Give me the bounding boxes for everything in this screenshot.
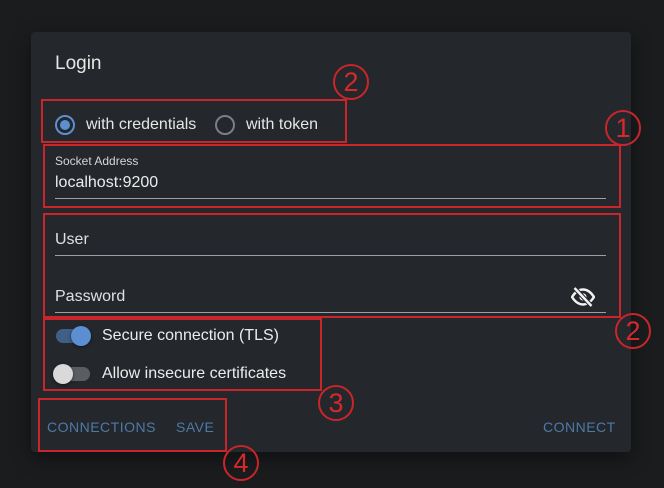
annotation-number-credentials: 2 [615,313,651,349]
annotation-number-toggles: 3 [318,385,354,421]
user-underline [55,255,606,256]
annotation-number-actions: 4 [223,445,259,481]
socket-address-input[interactable]: localhost:9200 [55,174,605,192]
annotation-number-socket-address: 1 [605,110,641,146]
radio-label-with-token[interactable]: with token [246,116,318,134]
tls-toggle-thumb[interactable] [71,326,91,346]
insecure-certs-toggle-label[interactable]: Allow insecure certificates [102,365,286,383]
radio-label-with-credentials[interactable]: with credentials [86,116,196,134]
password-underline [55,312,606,313]
socket-address-label: Socket Address [55,154,139,168]
radio-with-token[interactable] [215,115,235,135]
connections-button[interactable]: CONNECTIONS [47,419,156,435]
dialog-title: Login [55,53,102,74]
tls-toggle-label[interactable]: Secure connection (TLS) [102,327,279,345]
eye-off-icon[interactable] [571,287,595,307]
radio-with-credentials[interactable] [55,115,75,135]
annotation-number-auth-mode: 2 [333,64,369,100]
password-input[interactable]: Password [55,288,555,306]
insecure-certs-toggle-thumb[interactable] [53,364,73,384]
save-button[interactable]: SAVE [176,419,214,435]
user-input[interactable]: User [55,231,605,249]
connect-button[interactable]: CONNECT [543,419,616,435]
socket-address-underline [55,198,606,199]
